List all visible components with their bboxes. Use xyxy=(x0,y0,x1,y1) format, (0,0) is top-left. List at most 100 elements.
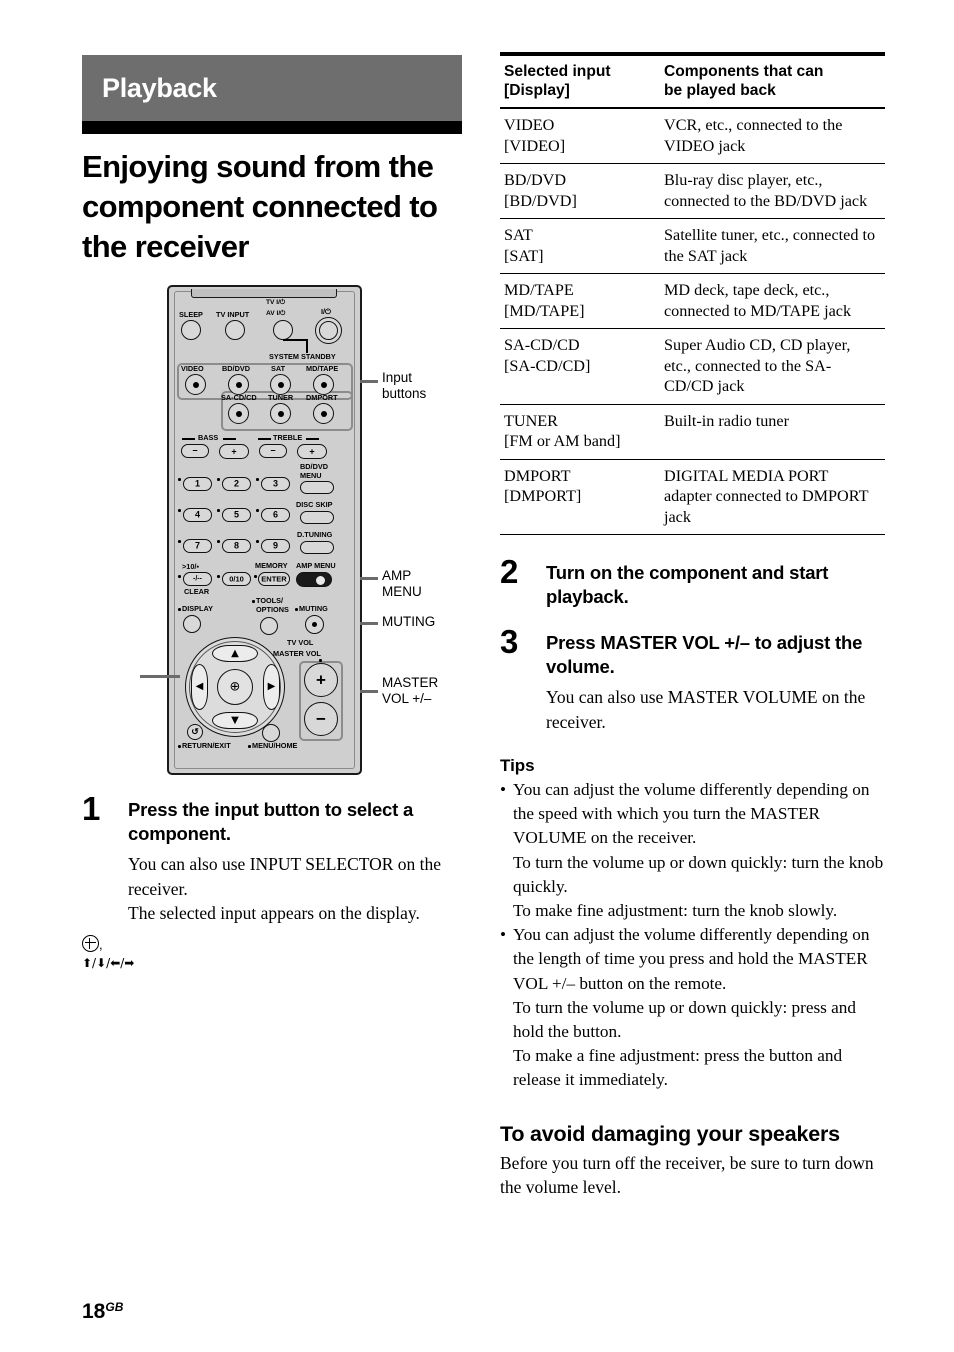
minus-slash-button[interactable]: -/-- xyxy=(183,572,212,586)
row-components-video: VCR, etc., connected to the VIDEO jack xyxy=(660,108,885,164)
treble-plus-button[interactable]: + xyxy=(297,444,327,459)
clear-label: CLEAR xyxy=(184,587,210,596)
d-tuning-label: D.TUNING xyxy=(297,530,333,539)
table-header-components-line-2: be played back xyxy=(664,82,776,99)
row-input-sat: SAT [SAT] xyxy=(500,218,660,274)
standby-connector xyxy=(306,339,308,353)
step-1-heading: Press the input button to select a compo… xyxy=(128,799,414,844)
treble-rule-right xyxy=(306,438,319,440)
callout-line-muting xyxy=(360,622,378,625)
callout-nav-arrows: , ⬆/⬇/⬅/➡ xyxy=(82,935,162,971)
remote-control-body: SLEEP TV INPUT TV I/⏻ AV I/⏻ I/⏻ SYSTEM … xyxy=(167,285,362,775)
sat-label: SAT xyxy=(271,364,286,373)
table-row: TUNER [FM or AM band] Built-in radio tun… xyxy=(500,404,885,460)
bass-rule-right xyxy=(223,438,236,440)
left-column: Playback Enjoying sound from the compone… xyxy=(82,55,462,970)
num-9-button[interactable]: 9 xyxy=(261,539,290,553)
page-title: Enjoying sound from the component connec… xyxy=(82,149,438,264)
step-3-heading: Press MASTER VOL +/– to adjust the volum… xyxy=(546,632,863,677)
bass-rule-left xyxy=(182,438,195,440)
chapter-title: Playback xyxy=(102,73,217,103)
tv-input-label: TV INPUT xyxy=(216,310,250,319)
page-footer: 18GB xyxy=(82,1300,123,1324)
step-2: 2 Turn on the component and start playba… xyxy=(500,555,885,609)
num-2-button[interactable]: 2 xyxy=(222,477,251,491)
nav-enter-button[interactable]: ⊕ xyxy=(217,669,253,705)
tips-list: You can adjust the volume differently de… xyxy=(500,778,885,1093)
row-components-tuner: Built-in radio tuner xyxy=(660,404,885,460)
tools-options-button[interactable] xyxy=(260,617,278,635)
return-exit-button[interactable]: ↺ xyxy=(187,724,203,740)
sa-cd-cd-button[interactable] xyxy=(228,403,249,424)
d-tuning-button[interactable] xyxy=(300,541,334,554)
num-7-button[interactable]: 7 xyxy=(183,539,212,553)
table-header-selected-input-line-1: Selected input xyxy=(504,63,611,80)
tv-av-power-button[interactable] xyxy=(273,320,293,340)
main-power-inner xyxy=(319,321,338,340)
video-button[interactable] xyxy=(185,374,206,395)
nav-down-button[interactable]: ▼ xyxy=(212,712,258,729)
tv-power-label: TV I/⏻ xyxy=(266,299,286,306)
master-vol-down-button[interactable]: − xyxy=(304,702,338,736)
num-8-button[interactable]: 8 xyxy=(222,539,251,553)
system-standby-label: SYSTEM STANDBY xyxy=(269,352,336,361)
tv-input-button[interactable] xyxy=(225,320,245,340)
bd-dvd-button[interactable] xyxy=(228,374,249,395)
menu-home-label: MENU/HOME xyxy=(252,741,298,750)
main-power-button[interactable] xyxy=(315,317,342,344)
table-row: BD/DVD [BD/DVD] Blu-ray disc player, etc… xyxy=(500,163,885,219)
avoid-damage-heading: To avoid damaging your speakers xyxy=(500,1121,840,1146)
display-button[interactable] xyxy=(183,615,201,633)
sleep-button[interactable] xyxy=(181,320,201,340)
num-1-button[interactable]: 1 xyxy=(183,477,212,491)
bd-dvd-menu-button[interactable] xyxy=(300,481,334,494)
dmport-label: DMPORT xyxy=(306,393,338,402)
bass-plus-button[interactable]: + xyxy=(219,444,249,459)
callout-nav-arrows-label: ⬆/⬇/⬅/➡ xyxy=(82,956,135,970)
step-3-number: 3 xyxy=(500,623,519,660)
muting-label: MUTING xyxy=(299,604,328,613)
num-4-button[interactable]: 4 xyxy=(183,508,212,522)
table-row: DMPORT [DMPORT] DIGITAL MEDIA PORT adapt… xyxy=(500,459,885,535)
amp-menu-button[interactable] xyxy=(296,572,332,587)
step-1-body-line-2: The selected input appears on the displa… xyxy=(128,903,420,923)
num-5-button[interactable]: 5 xyxy=(222,508,251,522)
bass-minus-button[interactable]: − xyxy=(181,444,209,458)
chapter-banner: Playback xyxy=(82,55,462,121)
step-1-body: You can also use INPUT SELECTOR on the r… xyxy=(128,852,462,926)
treble-minus-button[interactable]: − xyxy=(259,444,287,458)
master-vol-up-button[interactable]: + xyxy=(304,663,338,697)
callout-line-amp-menu xyxy=(360,577,378,580)
row-components-md-tape: MD deck, tape deck, etc., connected to M… xyxy=(660,273,885,329)
tv-vol-label: TV VOL xyxy=(287,638,314,647)
bd-dvd-menu-label: BD/DVD MENU xyxy=(300,462,328,480)
row-components-sat: Satellite tuner, etc., connected to the … xyxy=(660,218,885,274)
step-3-body-line-1: You can also use MASTER VOLUME on the re… xyxy=(546,687,866,732)
nav-right-button[interactable]: ▶ xyxy=(263,664,280,710)
disc-skip-button[interactable] xyxy=(300,511,334,524)
num-6-button[interactable]: 6 xyxy=(261,508,290,522)
page-region-suffix: GB xyxy=(105,1300,124,1314)
tuner-button[interactable] xyxy=(270,403,291,424)
av-power-label: AV I/⏻ xyxy=(266,310,286,317)
nav-left-button[interactable]: ◀ xyxy=(191,664,208,710)
sat-button[interactable] xyxy=(270,374,291,395)
step-3-body: You can also use MASTER VOLUME on the re… xyxy=(546,685,885,734)
step-2-number: 2 xyxy=(500,553,519,590)
md-tape-button[interactable] xyxy=(313,374,334,395)
enter-button[interactable]: ENTER xyxy=(258,572,290,586)
memory-label: MEMORY xyxy=(255,561,288,570)
table-header-selected-input-line-2: [Display] xyxy=(504,82,570,99)
nav-up-button[interactable]: ▲ xyxy=(212,645,258,662)
row-components-bd-dvd: Blu-ray disc player, etc., connected to … xyxy=(660,163,885,219)
zero-ten-button[interactable]: 0/10 xyxy=(222,572,251,586)
num-3-button[interactable]: 3 xyxy=(261,477,290,491)
sa-cd-cd-label: SA-CD/CD xyxy=(221,393,257,402)
muting-button[interactable] xyxy=(305,615,324,634)
row-input-md-tape: MD/TAPE [MD/TAPE] xyxy=(500,273,660,329)
table-row: VIDEO [VIDEO] VCR, etc., connected to th… xyxy=(500,108,885,164)
dmport-button[interactable] xyxy=(313,403,334,424)
menu-home-button[interactable] xyxy=(262,724,280,742)
video-label: VIDEO xyxy=(181,364,204,373)
chapter-rule xyxy=(82,121,462,134)
